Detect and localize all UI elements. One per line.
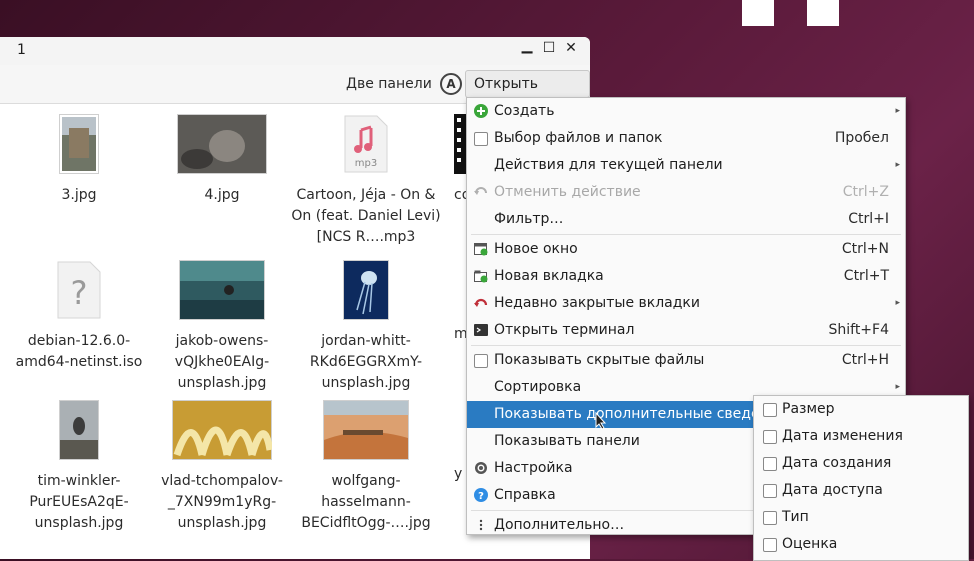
file-item[interactable]: jordan-whitt-RKd6EGGRXmY-unsplash.jpg [291, 260, 441, 394]
svg-text:mp3: mp3 [355, 158, 377, 169]
file-item[interactable]: 3.jpg [4, 114, 154, 206]
window-title: 1 [17, 42, 26, 58]
two-panels-button[interactable]: Две панели [346, 76, 432, 92]
help-icon: ? [474, 488, 488, 502]
svg-text:?: ? [71, 274, 88, 312]
file-item[interactable]: 4.jpg [147, 114, 297, 206]
svg-text:?: ? [478, 491, 484, 502]
undo-icon [474, 187, 487, 195]
maximize-icon[interactable]: ☐ [540, 40, 558, 56]
submenu-arrow-icon: ▸ [895, 106, 900, 116]
menu-item-open-terminal[interactable]: Открыть терминал Shift+F4 [467, 317, 905, 344]
checkbox[interactable] [763, 403, 777, 417]
submenu-item-accessed-date[interactable]: Дата доступа [754, 477, 968, 504]
image-thumbnail [59, 114, 99, 174]
minimize-icon[interactable]: ▁ [518, 38, 536, 54]
new-window-icon [474, 243, 488, 256]
checkbox[interactable] [474, 132, 488, 146]
submenu-item-rating[interactable]: Оценка [754, 531, 968, 558]
video-file-icon [454, 114, 466, 174]
menu-item-show-hidden[interactable]: Показывать скрытые файлы Ctrl+H [467, 347, 905, 374]
file-name: wolfgang-hasselmann-BECidfltOgg-….jpg [301, 473, 431, 531]
file-grid: 3.jpg 4.jpg mp3 Cartoon, Jéja - On & On … [0, 104, 474, 559]
submenu-item-created-date[interactable]: Дата создания [754, 450, 968, 477]
image-thumbnail [343, 260, 389, 320]
titlebar: 1 ▁ ☐ ✕ [0, 37, 590, 65]
file-item[interactable]: jakob-owens-vQJkhe0EAIg-unsplash.jpg [147, 260, 297, 394]
checkbox[interactable] [763, 511, 777, 525]
gear-icon [475, 462, 487, 474]
menu-separator [471, 345, 901, 346]
file-item[interactable]: ? debian-12.6.0-amd64-netinst.iso [4, 260, 154, 373]
menu-item-select-files[interactable]: Выбор файлов и папок Пробел [467, 125, 905, 152]
submenu-item-size[interactable]: Размер [754, 396, 968, 423]
image-thumbnail [172, 400, 274, 460]
more-icon [479, 519, 483, 531]
menu-separator [471, 234, 901, 235]
checkbox[interactable] [763, 538, 777, 552]
file-item[interactable]: mp3 Cartoon, Jéja - On & On (feat. Danie… [291, 114, 441, 248]
desktop-square-1 [742, 0, 774, 26]
close-icon[interactable]: ✕ [562, 40, 580, 56]
menu-item-filter[interactable]: Фильтр… Ctrl+I [467, 206, 905, 233]
file-name: tim-winkler-PurEUEsA2qE-unsplash.jpg [29, 473, 129, 531]
checkbox[interactable] [763, 484, 777, 498]
submenu-arrow-icon: ▸ [895, 298, 900, 308]
checkbox[interactable] [474, 354, 488, 368]
open-menu-button[interactable]: Открыть меню▾ [465, 70, 590, 118]
menu-item-panel-actions[interactable]: Действия для текущей панели ▸ [467, 152, 905, 179]
file-item[interactable]: tim-winkler-PurEUEsA2qE-unsplash.jpg [4, 400, 154, 534]
submenu-item-modified-date[interactable]: Дата изменения [754, 423, 968, 450]
mouse-cursor-icon [595, 412, 607, 430]
image-thumbnail [179, 260, 265, 320]
plus-circle-icon [474, 104, 488, 118]
unknown-file-icon: ? [57, 261, 101, 319]
file-name: jakob-owens-vQJkhe0EAIg-unsplash.jpg [174, 333, 270, 391]
file-name: debian-12.6.0-amd64-netinst.iso [15, 333, 143, 370]
checkbox[interactable] [763, 430, 777, 444]
file-name: 4.jpg [204, 187, 240, 203]
undo-red-icon [474, 298, 488, 307]
menu-item-new-tab[interactable]: Новая вкладка Ctrl+T [467, 263, 905, 290]
file-item[interactable]: vlad-tchompalov-_7XN99m1yRg-unsplash.jpg [147, 400, 297, 534]
file-item[interactable]: wolfgang-hasselmann-BECidfltOgg-….jpg [291, 400, 441, 534]
checkbox[interactable] [763, 457, 777, 471]
file-name: vlad-tchompalov-_7XN99m1yRg-unsplash.jpg [161, 473, 283, 531]
submenu-item-type[interactable]: Тип [754, 504, 968, 531]
image-thumbnail [177, 114, 267, 174]
new-tab-icon [474, 270, 488, 283]
file-name: 3.jpg [61, 187, 97, 203]
menu-item-undo: Отменить действие Ctrl+Z [467, 179, 905, 206]
file-name: Cartoon, Jéja - On & On (feat. Daniel Le… [291, 187, 441, 245]
extra-info-submenu: Размер Дата изменения Дата создания Дата… [753, 395, 969, 561]
image-thumbnail [323, 400, 409, 460]
audio-file-icon: mp3 [344, 115, 388, 173]
menu-item-new-window[interactable]: Новое окно Ctrl+N [467, 236, 905, 263]
menu-item-recent-closed-tabs[interactable]: Недавно закрытые вкладки ▸ [467, 290, 905, 317]
submenu-arrow-icon: ▸ [895, 160, 900, 170]
image-thumbnail [59, 400, 99, 460]
menu-item-create[interactable]: Создать ▸ [467, 98, 905, 125]
desktop-square-2 [807, 0, 839, 26]
search-icon[interactable]: A [440, 73, 462, 95]
terminal-icon [474, 324, 488, 336]
file-name: jordan-whitt-RKd6EGGRXmY-unsplash.jpg [309, 333, 423, 391]
